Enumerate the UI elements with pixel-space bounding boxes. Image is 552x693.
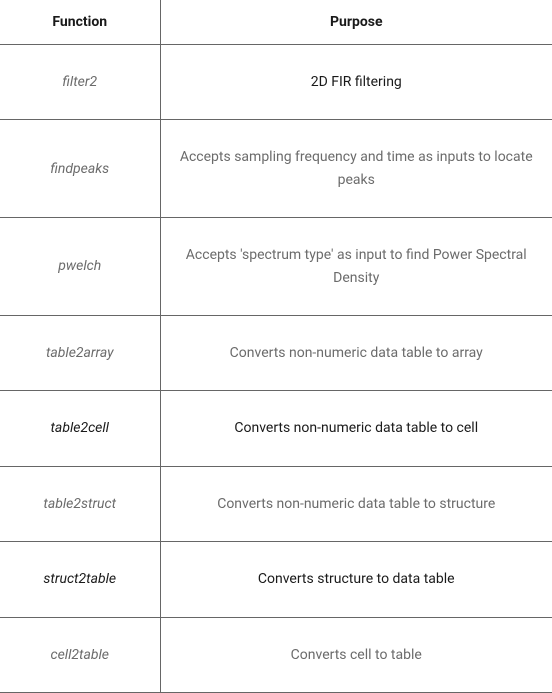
table-row: cell2table Converts cell to table <box>0 617 552 692</box>
function-cell: table2array <box>0 315 160 390</box>
function-cell: cell2table <box>0 617 160 692</box>
purpose-cell: Converts non-numeric data table to cell <box>160 391 552 466</box>
purpose-cell: Accepts sampling frequency and time as i… <box>160 120 552 218</box>
table-row: table2array Converts non-numeric data ta… <box>0 315 552 390</box>
function-cell: pwelch <box>0 218 160 316</box>
purpose-cell: Accepts 'spectrum type' as input to find… <box>160 218 552 316</box>
table-row: table2struct Converts non-numeric data t… <box>0 466 552 541</box>
purpose-cell: Converts cell to table <box>160 617 552 692</box>
header-row: Function Purpose <box>0 0 552 45</box>
purpose-cell: 2D FIR filtering <box>160 45 552 120</box>
functions-table: Function Purpose filter2 2D FIR filterin… <box>0 0 552 693</box>
table-row: findpeaks Accepts sampling frequency and… <box>0 120 552 218</box>
function-cell: table2struct <box>0 466 160 541</box>
header-purpose: Purpose <box>160 0 552 45</box>
table-row: struct2table Converts structure to data … <box>0 542 552 617</box>
table-row: pwelch Accepts 'spectrum type' as input … <box>0 218 552 316</box>
table-row: table2cell Converts non-numeric data tab… <box>0 391 552 466</box>
function-cell: findpeaks <box>0 120 160 218</box>
function-cell: struct2table <box>0 542 160 617</box>
purpose-cell: Converts non-numeric data table to struc… <box>160 466 552 541</box>
purpose-cell: Converts non-numeric data table to array <box>160 315 552 390</box>
header-function: Function <box>0 0 160 45</box>
function-cell: table2cell <box>0 391 160 466</box>
table-row: filter2 2D FIR filtering <box>0 45 552 120</box>
purpose-cell: Converts structure to data table <box>160 542 552 617</box>
function-cell: filter2 <box>0 45 160 120</box>
